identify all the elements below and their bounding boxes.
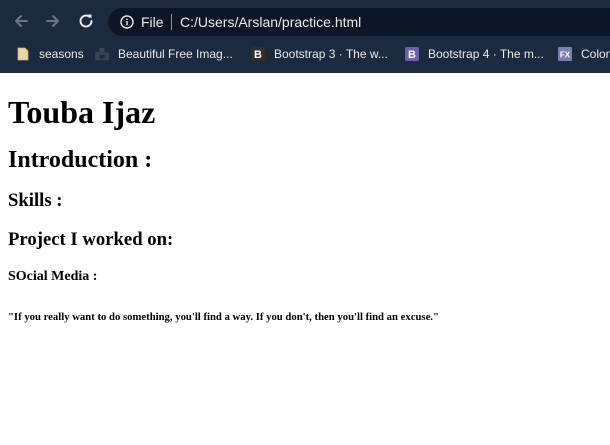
page-title: Touba Ijaz bbox=[8, 94, 156, 130]
bootstrap-icon: B bbox=[251, 47, 265, 61]
url-text[interactable]: C:/Users/Arslan/practice.html bbox=[180, 13, 361, 31]
skills-heading: Skills : bbox=[8, 190, 63, 211]
info-icon[interactable] bbox=[120, 15, 134, 29]
fx-icon: FX bbox=[558, 47, 572, 61]
bookmark-label: Bootstrap 3 · The w... bbox=[274, 47, 388, 61]
arrow-right-icon bbox=[46, 15, 59, 27]
unsplash-icon bbox=[95, 47, 109, 61]
file-scheme-label[interactable]: File bbox=[141, 13, 164, 31]
svg-text:FX: FX bbox=[560, 51, 571, 60]
bookmark-color[interactable]: FX Color bbox=[558, 44, 610, 64]
bookmark-label: Beautiful Free Imag... bbox=[118, 47, 233, 61]
quote-text: "If you really want to do something, you… bbox=[8, 311, 439, 323]
reload-icon bbox=[79, 14, 93, 28]
bookmarks-bar: seasons Beautiful Free Imag... B Bootstr… bbox=[0, 40, 610, 68]
bookmark-bootstrap-3[interactable]: B Bootstrap 3 · The w... bbox=[251, 44, 388, 64]
projects-heading: Project I worked on: bbox=[8, 229, 174, 250]
back-button[interactable] bbox=[8, 8, 34, 34]
bookmark-label: seasons bbox=[39, 47, 84, 61]
address-bar[interactable]: File C:/Users/Arslan/practice.html bbox=[108, 8, 610, 36]
svg-text:B: B bbox=[408, 49, 416, 61]
page-content: Touba Ijaz Introduction : Skills : Proje… bbox=[8, 73, 608, 324]
forward-button[interactable] bbox=[40, 8, 66, 34]
bookmark-unsplash[interactable]: Beautiful Free Imag... bbox=[95, 44, 233, 64]
reload-button[interactable] bbox=[73, 8, 99, 34]
bootstrap-icon: B bbox=[405, 47, 419, 61]
arrow-left-icon bbox=[15, 15, 28, 27]
browser-chrome: File C:/Users/Arslan/practice.html seaso… bbox=[0, 0, 610, 73]
bookmark-seasons[interactable]: seasons bbox=[16, 44, 84, 64]
browser-toolbar: File C:/Users/Arslan/practice.html bbox=[0, 5, 610, 37]
file-icon bbox=[16, 47, 30, 61]
social-media-heading: SOcial Media : bbox=[8, 269, 98, 284]
bookmark-bootstrap-4[interactable]: B Bootstrap 4 · The m... bbox=[405, 44, 544, 64]
omnibox-divider bbox=[171, 14, 172, 30]
bookmark-label: Bootstrap 4 · The m... bbox=[428, 47, 544, 61]
svg-text:B: B bbox=[254, 49, 262, 61]
bookmark-label: Color bbox=[581, 47, 610, 61]
introduction-heading: Introduction : bbox=[8, 147, 153, 173]
